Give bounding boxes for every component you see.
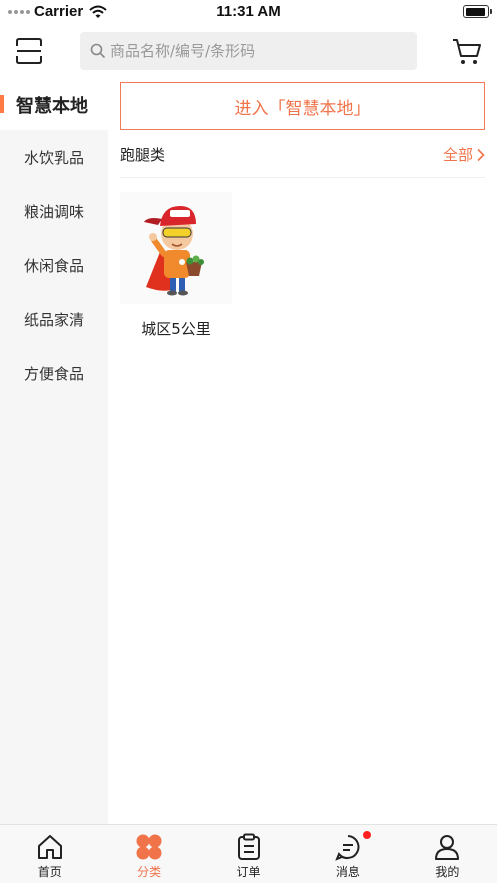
cart-icon [453,39,481,64]
tab-label: 首页 [37,865,62,879]
product-image [120,192,232,304]
sidebar-item[interactable]: 水饮乳品 [0,131,108,185]
tab-label: 订单 [236,865,261,879]
scan-icon [16,38,42,64]
sidebar-item[interactable]: 纸品家清 [0,293,108,347]
tab-category[interactable]: 分类 [99,825,198,883]
sidebar-item[interactable]: 方便食品 [0,347,108,401]
tab-bar: 首页 分类 订单 消息 我的 [0,824,497,883]
message-icon [335,835,360,861]
active-indicator [0,95,4,113]
sidebar-item-label: 智慧本地 [16,96,88,117]
scan-button[interactable] [12,34,46,68]
status-bar: Carrier 11:31 AM [0,0,497,24]
section-header: 跑腿类 全部 [120,138,485,178]
message-badge [363,831,371,839]
search-input[interactable] [110,42,400,60]
category-icon [136,834,162,860]
sidebar-item-active[interactable]: 智慧本地 [0,78,108,130]
tab-label: 我的 [435,865,460,879]
enter-store-button[interactable]: 进入「智慧本地」 [120,82,485,130]
view-all-link[interactable]: 全部 [443,144,485,165]
tab-label: 消息 [335,865,360,879]
tab-profile[interactable]: 我的 [398,825,497,883]
tab-messages[interactable]: 消息 [298,825,397,883]
category-sidebar: 智慧本地 水饮乳品 粮油调味 休闲食品 纸品家清 方便食品 [0,78,108,824]
sidebar-item[interactable]: 粮油调味 [0,185,108,239]
search-bar[interactable] [80,32,417,70]
home-icon [37,835,62,859]
profile-icon [435,835,460,860]
chevron-right-icon [477,148,485,161]
cart-button[interactable] [452,37,482,67]
delivery-mascot-icon [144,206,204,296]
order-icon [237,833,260,860]
tab-label: 分类 [137,865,162,879]
tab-orders[interactable]: 订单 [199,825,298,883]
product-card[interactable]: 城区5公里 [120,192,232,342]
clock: 11:31 AM [216,3,281,20]
sidebar-item[interactable]: 休闲食品 [0,239,108,293]
battery-icon [463,5,492,18]
search-icon [90,43,106,59]
product-name: 城区5公里 [141,320,211,338]
top-bar [0,24,497,78]
tab-home[interactable]: 首页 [0,825,99,883]
view-all-label: 全部 [442,146,473,164]
section-title: 跑腿类 [120,146,166,164]
